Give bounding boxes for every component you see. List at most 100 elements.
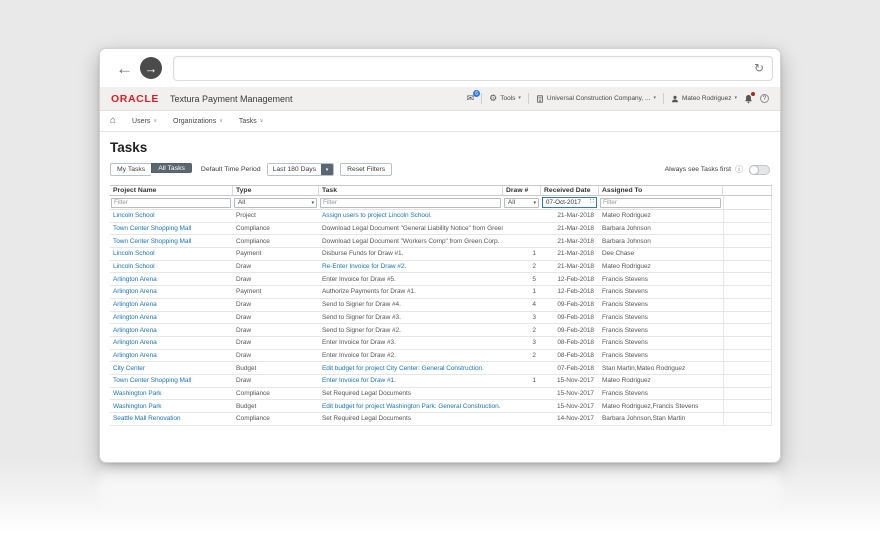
type-cell: Draw — [236, 326, 251, 334]
table-row: Arlington Arena Draw Send to Signer for Dr… — [110, 311, 772, 325]
forward-icon[interactable]: → — [140, 57, 162, 79]
received-date-filter[interactable]: 07-Oct-2017 ∷ — [542, 197, 597, 208]
received-cell: 21-Mar-2018 — [557, 237, 594, 245]
project-link[interactable]: Lincoln School — [110, 261, 233, 273]
nav-item-organizations[interactable]: Organizations ∨ — [173, 118, 223, 125]
empty-cell — [723, 311, 772, 324]
user-menu[interactable]: Mateo Rodriguez ▾ — [671, 95, 737, 103]
notifications-button[interactable] — [744, 91, 755, 104]
assigned-cell: Barbara Johnson — [602, 237, 651, 245]
task-filter-input[interactable] — [320, 197, 501, 208]
project-link[interactable]: Town Center Shopping Mall — [110, 235, 233, 247]
received-cell: 15-Nov-2017 — [556, 389, 594, 397]
task-cell: Send to Signer for Draw #3. — [322, 313, 401, 321]
assigned-cell: Mateo Rodriguez,Francis Stevens — [602, 402, 699, 410]
help-button[interactable]: ? — [760, 94, 769, 103]
received-cell: 21-Mar-2018 — [557, 212, 594, 220]
project-link[interactable]: Town Center Shopping Mall — [110, 223, 233, 235]
time-period-label: Default Time Period — [200, 166, 261, 173]
table-row: Arlington Arena Draw Enter Invoice for Dra… — [110, 336, 772, 350]
assigned-filter-input[interactable] — [600, 197, 721, 208]
received-cell: 08-Feb-2018 — [557, 339, 594, 347]
assigned-cell: Barbara Johnson — [602, 225, 651, 233]
project-link[interactable]: City Center — [110, 362, 233, 374]
draw-cell — [503, 210, 541, 222]
column-header-type[interactable]: Type — [233, 186, 319, 195]
project-link[interactable]: Lincoln School — [110, 210, 233, 222]
back-icon[interactable]: ← — [116, 60, 133, 77]
project-link[interactable]: Arlington Arena — [110, 286, 233, 298]
header-divider — [662, 93, 664, 104]
my-tasks-button[interactable]: My Tasks — [110, 163, 152, 176]
column-header-draw[interactable]: Draw # — [503, 186, 541, 195]
empty-cell — [723, 374, 772, 387]
draw-cell — [503, 400, 541, 412]
all-tasks-button[interactable]: All Tasks — [151, 163, 192, 173]
draw-cell — [503, 413, 541, 425]
chevron-down-icon: ▾ — [734, 95, 737, 101]
task-cell: Enter Invoice for Draw #5. — [322, 275, 396, 283]
info-icon[interactable]: ⓘ — [735, 165, 743, 174]
project-link[interactable]: Washington Park — [110, 400, 233, 412]
draw-cell: 2 — [532, 263, 536, 271]
project-link[interactable]: Arlington Arena — [110, 350, 233, 362]
company-menu[interactable]: Universal Construction Company, ... ▾ — [536, 94, 656, 103]
empty-cell — [723, 222, 772, 235]
task-link[interactable]: Re-Enter Invoice for Draw #2. — [319, 261, 503, 273]
column-header-project-name[interactable]: Project Name — [110, 186, 233, 195]
nav-users-label: Users — [132, 117, 151, 125]
project-link[interactable]: Arlington Arena — [110, 324, 233, 336]
empty-cell — [723, 413, 772, 425]
project-link[interactable]: Arlington Arena — [110, 312, 233, 324]
table-row: Arlington Arena Draw Send to Signer for Dr… — [110, 324, 772, 337]
task-cell: Send to Signer for Draw #4. — [322, 301, 401, 309]
draw-filter-value: All — [508, 199, 515, 206]
project-link[interactable]: Town Center Shopping Mall — [110, 375, 233, 387]
nav-item-users[interactable]: Users ∨ — [132, 118, 157, 125]
home-icon[interactable]: ⌂ — [110, 116, 116, 126]
project-link[interactable]: Arlington Arena — [110, 273, 233, 285]
tools-icon: ⚙ — [489, 93, 498, 103]
received-cell: 09-Feb-2018 — [557, 313, 594, 321]
task-link[interactable]: Assign users to project Lincoln School. — [319, 210, 503, 222]
project-link[interactable]: Lincoln School — [110, 248, 233, 260]
draw-cell: 2 — [532, 326, 536, 334]
task-filter-cell — [319, 196, 503, 209]
project-link[interactable]: Arlington Arena — [110, 299, 233, 311]
received-cell: 14-Nov-2017 — [556, 415, 594, 423]
tools-menu[interactable]: ⚙ Tools ▾ — [489, 94, 521, 103]
task-cell: Download Legal Document "Workers Comp" f… — [322, 237, 500, 245]
type-cell: Compliance — [236, 225, 270, 233]
project-filter-input[interactable] — [111, 197, 231, 208]
project-link[interactable]: Washington Park — [110, 388, 233, 400]
column-header-assigned-to[interactable]: Assigned To — [599, 186, 723, 195]
time-period-dropdown[interactable]: Last 180 Days ▾ — [266, 163, 335, 176]
reset-filters-button[interactable]: Reset Filters — [340, 163, 393, 176]
column-header-task[interactable]: Task — [319, 186, 503, 195]
type-cell: Payment — [236, 288, 262, 296]
draw-filter-select[interactable]: All ▾ — [504, 197, 539, 208]
project-link[interactable]: Seattle Mall Renovation — [110, 413, 233, 425]
refresh-icon[interactable]: ↻ — [754, 62, 764, 74]
project-link[interactable]: Arlington Arena — [110, 337, 233, 349]
task-link[interactable]: Enter Invoice for Draw #1. — [319, 375, 503, 387]
toggle-knob — [749, 164, 759, 175]
task-cell: Set Required Legal Documents — [322, 389, 411, 397]
empty-cell — [723, 235, 772, 248]
header-divider — [481, 93, 483, 104]
type-filter-select[interactable]: All ▾ — [234, 197, 317, 208]
type-cell: Draw — [236, 263, 251, 271]
app-header: ORACLE Textura Payment Management ✉ 6 ⚙ … — [100, 87, 780, 111]
always-see-tasks-toggle[interactable] — [749, 164, 770, 175]
task-link[interactable]: Edit budget for project Washington Park:… — [319, 400, 503, 412]
inbox-button[interactable]: ✉ 6 — [467, 90, 481, 103]
table-row: Lincoln School Draw Re-Enter Invoice for D… — [110, 260, 772, 274]
assigned-filter-cell — [599, 196, 723, 209]
draw-cell — [503, 223, 541, 235]
window-reflection — [99, 471, 781, 521]
empty-cell — [723, 260, 772, 273]
nav-item-tasks[interactable]: Tasks ∨ — [239, 118, 264, 125]
column-header-received-date[interactable]: Received Date — [541, 186, 599, 195]
task-link[interactable]: Edit budget for project City Center: Gen… — [319, 362, 503, 374]
url-bar[interactable]: ↻ — [173, 55, 773, 81]
